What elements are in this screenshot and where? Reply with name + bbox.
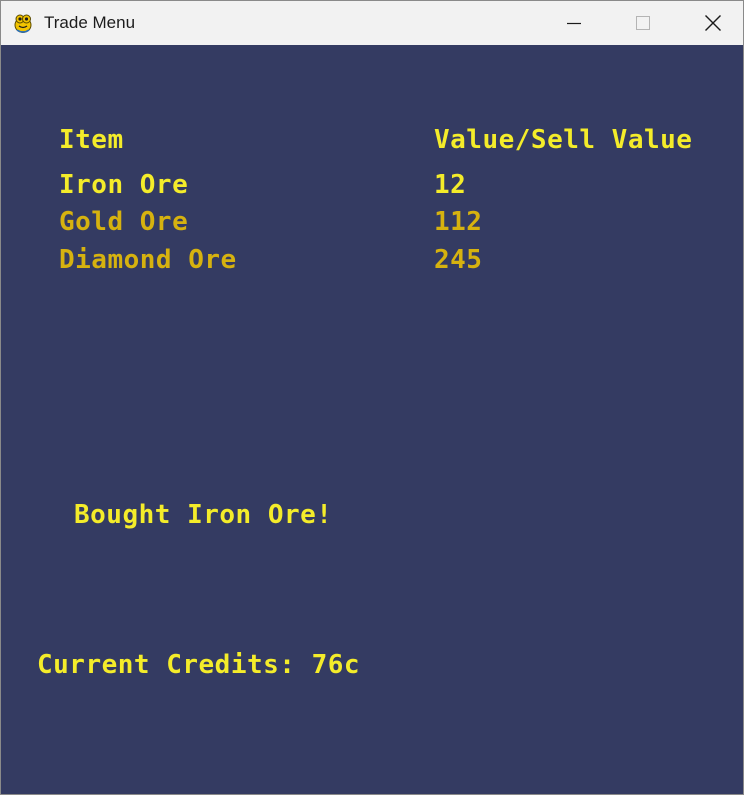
status-message: Bought Iron Ore! [74, 500, 333, 530]
item-value-diamond-ore: 245 [434, 245, 483, 275]
maximize-button[interactable] [608, 1, 678, 45]
minimize-button[interactable] [539, 1, 609, 45]
app-window: Trade Menu Item Value/Sell Value Iron Or… [0, 0, 744, 795]
close-button[interactable] [678, 1, 743, 45]
column-header-item: Item [59, 125, 124, 155]
window-title: Trade Menu [44, 13, 136, 32]
item-name-gold-ore[interactable]: Gold Ore [59, 207, 188, 237]
item-name-iron-ore[interactable]: Iron Ore [59, 170, 188, 200]
item-value-iron-ore: 12 [434, 170, 467, 200]
current-credits: Current Credits: 76c [37, 650, 361, 680]
column-header-value: Value/Sell Value [434, 125, 693, 155]
title-bar[interactable]: Trade Menu [1, 1, 743, 45]
game-canvas[interactable]: Item Value/Sell Value Iron Ore 12 Gold O… [1, 45, 743, 794]
close-icon [705, 15, 721, 31]
minimize-icon [567, 22, 581, 25]
item-value-gold-ore: 112 [434, 207, 483, 237]
pygame-snake-icon [14, 14, 32, 33]
item-name-diamond-ore[interactable]: Diamond Ore [59, 245, 237, 275]
maximize-icon [636, 16, 650, 30]
